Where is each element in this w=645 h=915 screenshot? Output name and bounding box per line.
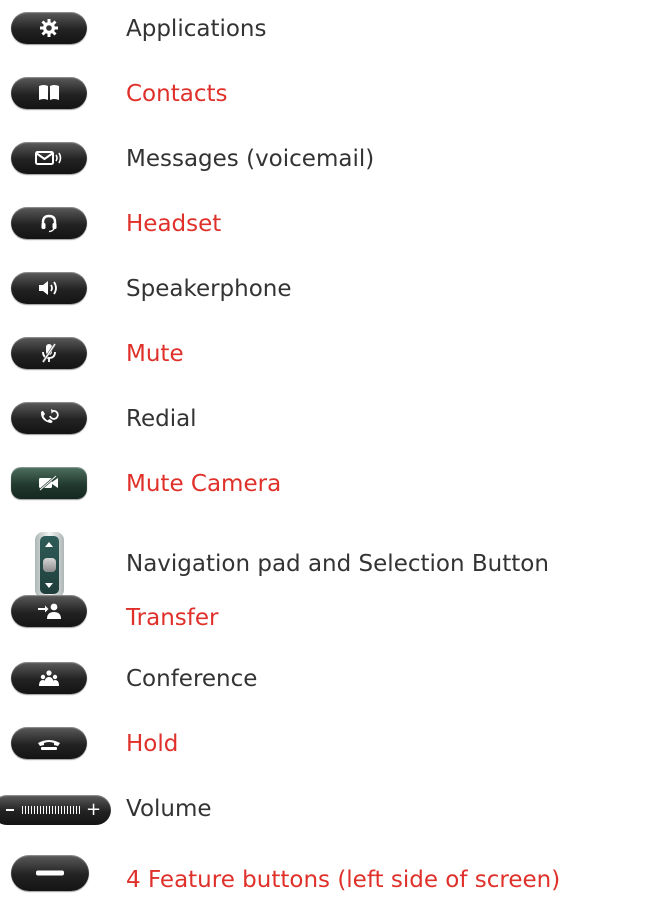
label-navigation-pad: Navigation pad and Selection Button: [126, 551, 549, 577]
headset-button[interactable]: [11, 207, 87, 239]
legend-row-contacts: Contacts: [0, 75, 645, 121]
book-icon: [39, 85, 59, 100]
conference-button[interactable]: [11, 662, 87, 694]
legend-row-headset: Headset: [0, 205, 645, 251]
microphone-mute-icon: [41, 343, 57, 363]
label-speakerphone: Speakerphone: [126, 276, 292, 302]
volume-down-icon[interactable]: [6, 809, 14, 811]
legend-row-redial: Redial: [0, 400, 645, 446]
envelope-icon: [35, 151, 62, 165]
feature-button[interactable]: [11, 855, 89, 891]
transfer-button[interactable]: [11, 595, 87, 627]
label-headset: Headset: [126, 211, 222, 237]
legend-row-transfer: Transfer: [0, 595, 645, 641]
legend-row-messages: Messages (voicemail): [0, 140, 645, 186]
messages-button[interactable]: [11, 142, 87, 174]
hold-button[interactable]: [11, 727, 87, 759]
label-feature-buttons: 4 Feature buttons (left side of screen): [126, 867, 561, 893]
label-redial: Redial: [126, 406, 197, 432]
feature-button-icon: [36, 870, 64, 876]
gear-icon: [40, 19, 58, 37]
navigation-pad-icon: [40, 536, 59, 594]
mute-camera-button[interactable]: [11, 467, 87, 499]
contacts-button[interactable]: [11, 77, 87, 109]
redial-icon: [41, 409, 59, 423]
transfer-icon: [38, 603, 61, 619]
legend-row-mute-camera: Mute Camera: [0, 465, 645, 511]
label-mute-camera: Mute Camera: [126, 471, 282, 497]
camera-mute-icon: [39, 475, 58, 491]
volume-bar-icon: [22, 806, 80, 814]
label-conference: Conference: [126, 666, 258, 692]
label-contacts: Contacts: [126, 81, 228, 107]
legend-row-feature-buttons: 4 Feature buttons (left side of screen): [0, 855, 645, 901]
label-applications: Applications: [126, 16, 267, 42]
legend-row-speakerphone: Speakerphone: [0, 270, 645, 316]
select-button[interactable]: [43, 558, 56, 572]
label-hold: Hold: [126, 731, 179, 757]
conference-icon: [39, 670, 59, 686]
speakerphone-button[interactable]: [11, 272, 87, 304]
arrow-up-icon[interactable]: [45, 542, 53, 547]
label-volume: Volume: [126, 796, 212, 822]
volume-up-icon[interactable]: +: [86, 798, 101, 822]
speaker-icon: [39, 281, 57, 295]
legend-row-hold: Hold: [0, 725, 645, 771]
redial-button[interactable]: [11, 402, 87, 434]
applications-button[interactable]: [11, 12, 87, 44]
mute-button[interactable]: [11, 337, 87, 369]
legend-row-mute: Mute: [0, 335, 645, 381]
headset-icon: [41, 214, 57, 233]
volume-bar[interactable]: +: [0, 795, 111, 825]
label-mute: Mute: [126, 341, 184, 367]
arrow-down-icon[interactable]: [45, 583, 53, 588]
legend-row-navigation-pad: Navigation pad and Selection Button: [0, 532, 645, 598]
legend-row-conference: Conference: [0, 660, 645, 706]
navigation-pad[interactable]: [35, 532, 64, 598]
label-transfer: Transfer: [126, 605, 219, 631]
hold-icon: [38, 740, 60, 750]
label-messages: Messages (voicemail): [126, 146, 375, 172]
legend-row-applications: Applications: [0, 10, 645, 56]
legend-row-volume: + Volume: [0, 790, 645, 836]
